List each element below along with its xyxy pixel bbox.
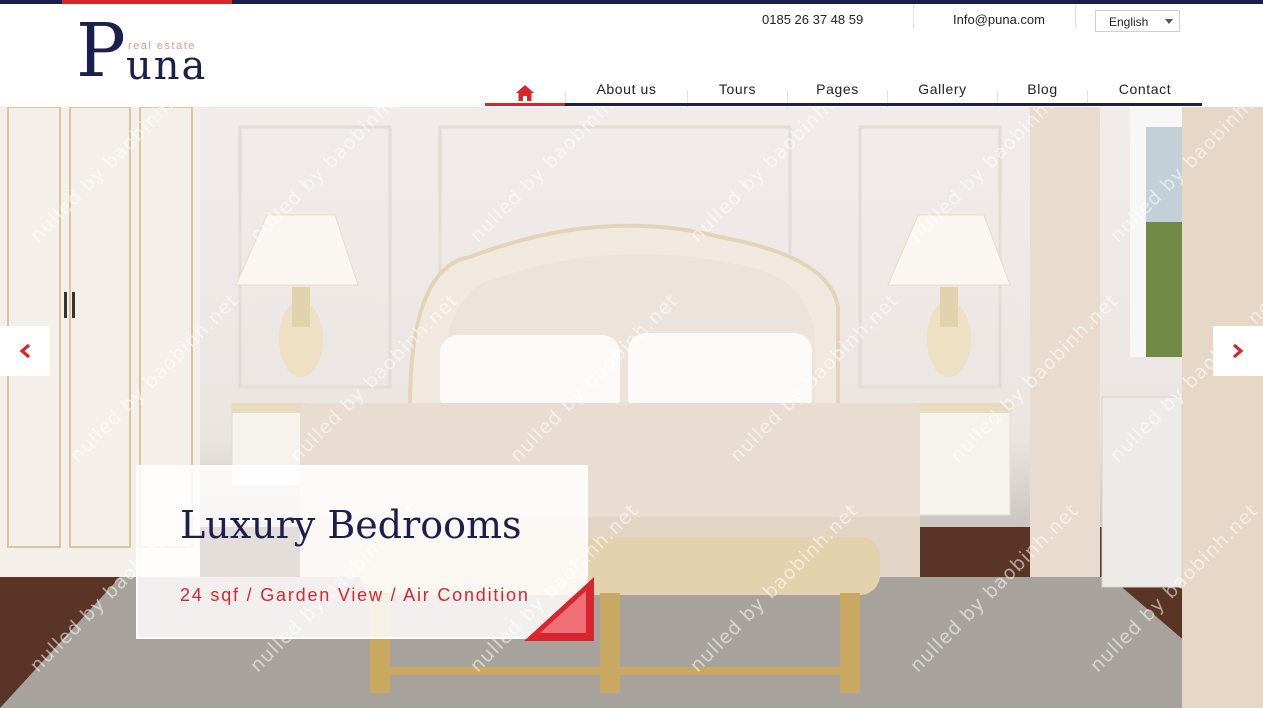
contact-phone: 0185 26 37 48 59 (762, 12, 864, 27)
nav-underline (485, 103, 1202, 106)
slide-title: Luxury Bedrooms (180, 503, 522, 547)
slider-next-button[interactable] (1213, 326, 1263, 376)
contact-email[interactable]: Info@puna.com (953, 12, 1045, 27)
contact-divider (913, 4, 914, 28)
language-select[interactable]: English (1095, 10, 1180, 32)
nav-active-indicator (485, 103, 565, 106)
caption-corner-decoration (524, 577, 594, 641)
caption-panel (136, 465, 588, 639)
site-header: P real estate una 0185 26 37 48 59 Info@… (0, 4, 1263, 107)
language-selected: English (1109, 15, 1149, 29)
logo-wordmark[interactable]: una (126, 46, 207, 86)
logo-initial[interactable]: P (76, 14, 126, 88)
chevron-left-icon (19, 343, 31, 359)
caret-down-icon (1165, 19, 1173, 24)
slider-prev-button[interactable] (0, 326, 50, 376)
chevron-right-icon (1232, 343, 1244, 359)
hero-slider: nulled by baobinh.net nulled by baobinh.… (0, 107, 1263, 708)
slide-subtitle: 24 sqf / Garden View / Air Condition (180, 585, 530, 605)
contact-divider (1075, 4, 1076, 28)
